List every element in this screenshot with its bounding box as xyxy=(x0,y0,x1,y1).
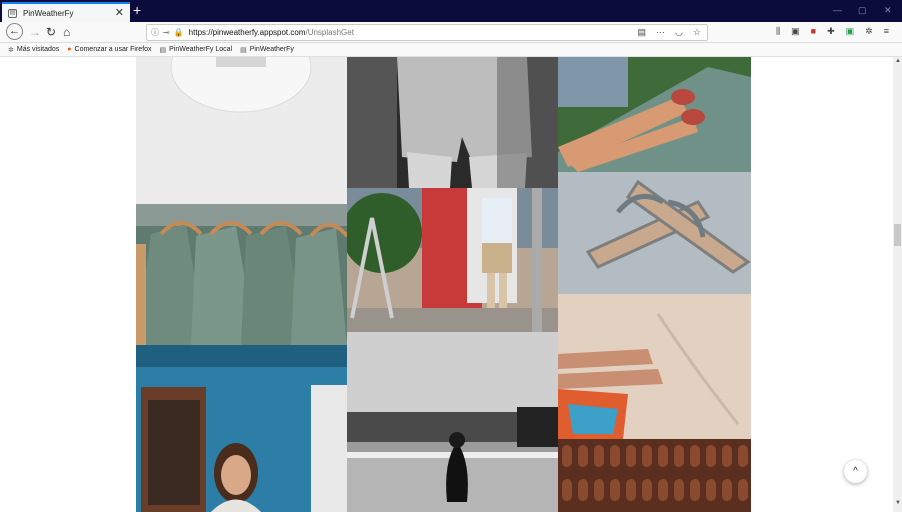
close-window-icon[interactable]: ✕ xyxy=(884,5,892,16)
bookmark-label: PinWeatherFy Local xyxy=(169,46,233,53)
scroll-up-icon[interactable]: ▲ xyxy=(895,58,901,64)
extension-gear-icon[interactable]: ✲ xyxy=(865,26,873,37)
tab-bar: ▤ PinWeatherFy ✕ + — ▢ ✕ xyxy=(0,0,902,22)
bookmark-pinweatherfy-local[interactable]: ▤ PinWeatherFy Local xyxy=(160,46,233,54)
photo-tile[interactable] xyxy=(347,332,558,512)
url-host: https://pinweatherfy.appspot.com xyxy=(188,28,306,37)
reader-view-icon[interactable]: ▤ xyxy=(638,27,647,38)
photo-tile[interactable] xyxy=(347,188,558,332)
url-path: /UnsplashGet xyxy=(305,28,354,37)
bookmark-star-icon[interactable]: ☆ xyxy=(693,27,701,38)
pocket-icon[interactable]: ◡ xyxy=(675,27,683,38)
extension-puzzle-icon[interactable]: ✚ xyxy=(827,26,835,37)
url-bar[interactable]: ⓘ ⊸ 🔒 https://pinweatherfy.appspot.com /… xyxy=(146,24,708,41)
photo-rows-of-sandals xyxy=(558,439,751,512)
permissions-icon[interactable]: ⊸ xyxy=(163,28,170,37)
scrollbar-thumb[interactable] xyxy=(894,224,901,246)
maximize-icon[interactable]: ▢ xyxy=(858,5,867,16)
photo-tile[interactable] xyxy=(136,204,347,345)
forward-button[interactable]: → xyxy=(29,24,41,40)
bookmark-label: Comenzar a usar Firefox xyxy=(74,46,152,53)
photo-tile[interactable] xyxy=(558,294,751,439)
page-icon: ▤ xyxy=(159,46,167,54)
photo-tile[interactable] xyxy=(558,57,751,172)
bookmark-comenzar-firefox[interactable]: ● Comenzar a usar Firefox xyxy=(67,46,151,53)
back-button[interactable]: ← xyxy=(6,23,23,40)
photo-tile[interactable] xyxy=(136,345,347,512)
photo-green-shirts xyxy=(136,204,347,345)
bookmark-label: PinWeatherFy xyxy=(249,46,294,53)
gear-icon: ✲ xyxy=(8,46,14,54)
info-icon[interactable]: ⓘ xyxy=(151,27,159,38)
photo-feet-on-beach xyxy=(558,294,751,439)
photo-tile[interactable] xyxy=(136,57,347,204)
page-icon: ▤ xyxy=(8,8,17,18)
photo-denim-shorts xyxy=(347,57,558,188)
library-icon[interactable]: ⫼ xyxy=(776,26,780,37)
minimize-icon[interactable]: — xyxy=(833,5,842,15)
extension-red-icon[interactable]: ■ xyxy=(811,26,816,37)
close-tab-icon[interactable]: ✕ xyxy=(115,8,124,19)
firefox-icon: ● xyxy=(67,46,72,53)
scrollbar[interactable] xyxy=(893,57,902,512)
photo-tile[interactable] xyxy=(558,172,751,294)
photo-legs-sandals-bench xyxy=(558,57,751,172)
photo-bw-seaside xyxy=(347,332,558,512)
photo-tile[interactable] xyxy=(347,57,558,188)
scroll-down-icon[interactable]: ▼ xyxy=(895,500,901,506)
photo-sandals-on-sand xyxy=(558,172,751,294)
page-actions-icon[interactable]: ··· xyxy=(656,27,665,38)
photo-white-tshirt xyxy=(136,57,347,204)
bookmark-pinweatherfy[interactable]: ▤ PinWeatherFy xyxy=(240,46,294,54)
bookmark-label: Más visitados xyxy=(16,46,60,53)
tab-title: PinWeatherFy xyxy=(23,8,74,18)
bookmarks-bar: ✲ Más visitados ● Comenzar a usar Firefo… xyxy=(0,43,902,57)
menu-icon[interactable]: ≡ xyxy=(884,26,889,37)
photo-woman-blue-door xyxy=(136,345,347,512)
back-to-top-button[interactable]: ^ xyxy=(844,460,867,483)
bookmark-mas-visitados[interactable]: ✲ Más visitados xyxy=(8,46,59,54)
photo-street-scene xyxy=(347,188,558,332)
extension-green-icon[interactable]: ▣ xyxy=(846,26,855,37)
page-icon: ▤ xyxy=(240,46,247,54)
lock-icon: 🔒 xyxy=(173,28,184,37)
tab-pinweatherfy[interactable]: ▤ PinWeatherFy ✕ xyxy=(2,2,130,22)
home-button[interactable]: ⌂ xyxy=(63,24,70,40)
photo-tile[interactable] xyxy=(558,439,751,512)
navigation-bar: ← → ↻ ⌂ ⓘ ⊸ 🔒 https://pinweatherfy.appsp… xyxy=(0,22,902,43)
new-tab-button[interactable]: + xyxy=(133,3,141,17)
sidebar-icon[interactable]: ▣ xyxy=(791,26,800,37)
reload-button[interactable]: ↻ xyxy=(46,24,56,40)
page-content xyxy=(0,57,893,512)
